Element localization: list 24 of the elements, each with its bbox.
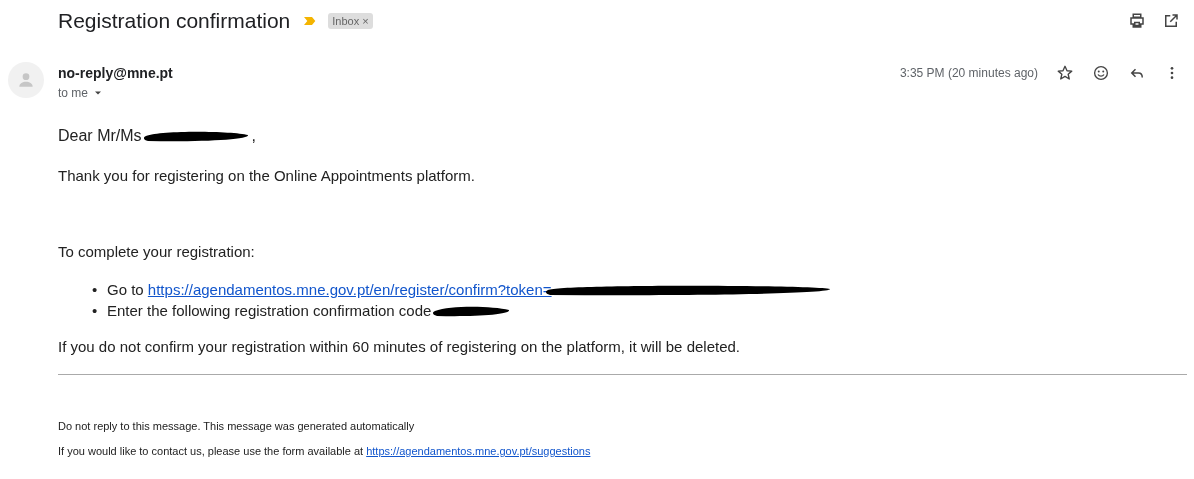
contact-text: If you would like to contact us, please use the form available at [58,445,365,457]
sender-email: no-reply@mne.pt [58,65,174,81]
timestamp: 3:35 PM (20 minutes ago) [899,66,1038,82]
bullet-point: • [92,280,99,300]
intro-paragraph: Thank you for registering on the Online Appointments platform. [58,167,476,184]
step-text: Enter the following registration confirmation code [107,302,432,319]
footer-note: Do not reply to this message. This message was generated automatically [58,420,416,432]
inbox-label: Inbox × [328,13,373,29]
star-icon[interactable] [1056,64,1074,82]
recipient-text: to me [58,86,88,100]
step-text: Go to [107,281,145,298]
warning-paragraph: If you do not confirm your registration within 60 minutes of registering on the platform, it will be deleted. [58,338,741,355]
emoji-icon[interactable] [1092,64,1110,82]
email-subject: Registration confirmation [58,9,291,33]
greeting-comma: , [251,127,256,145]
print-icon[interactable] [1128,12,1146,30]
open-in-new-window-icon[interactable] [1162,12,1180,30]
person-icon [16,70,36,90]
instructions-heading: To complete your registration: [58,243,256,260]
confirmation-link[interactable]: https://agendamentos.mne.gov.pt/en/register/confirm?token= [147,281,552,298]
bullet-point: • [92,301,99,321]
suggestions-link[interactable]: https://agendamentos.mne.gov.pt/suggestions [366,445,591,457]
greeting-text: Dear Mr/Ms [58,127,142,145]
remove-label-button[interactable]: × [362,15,369,27]
